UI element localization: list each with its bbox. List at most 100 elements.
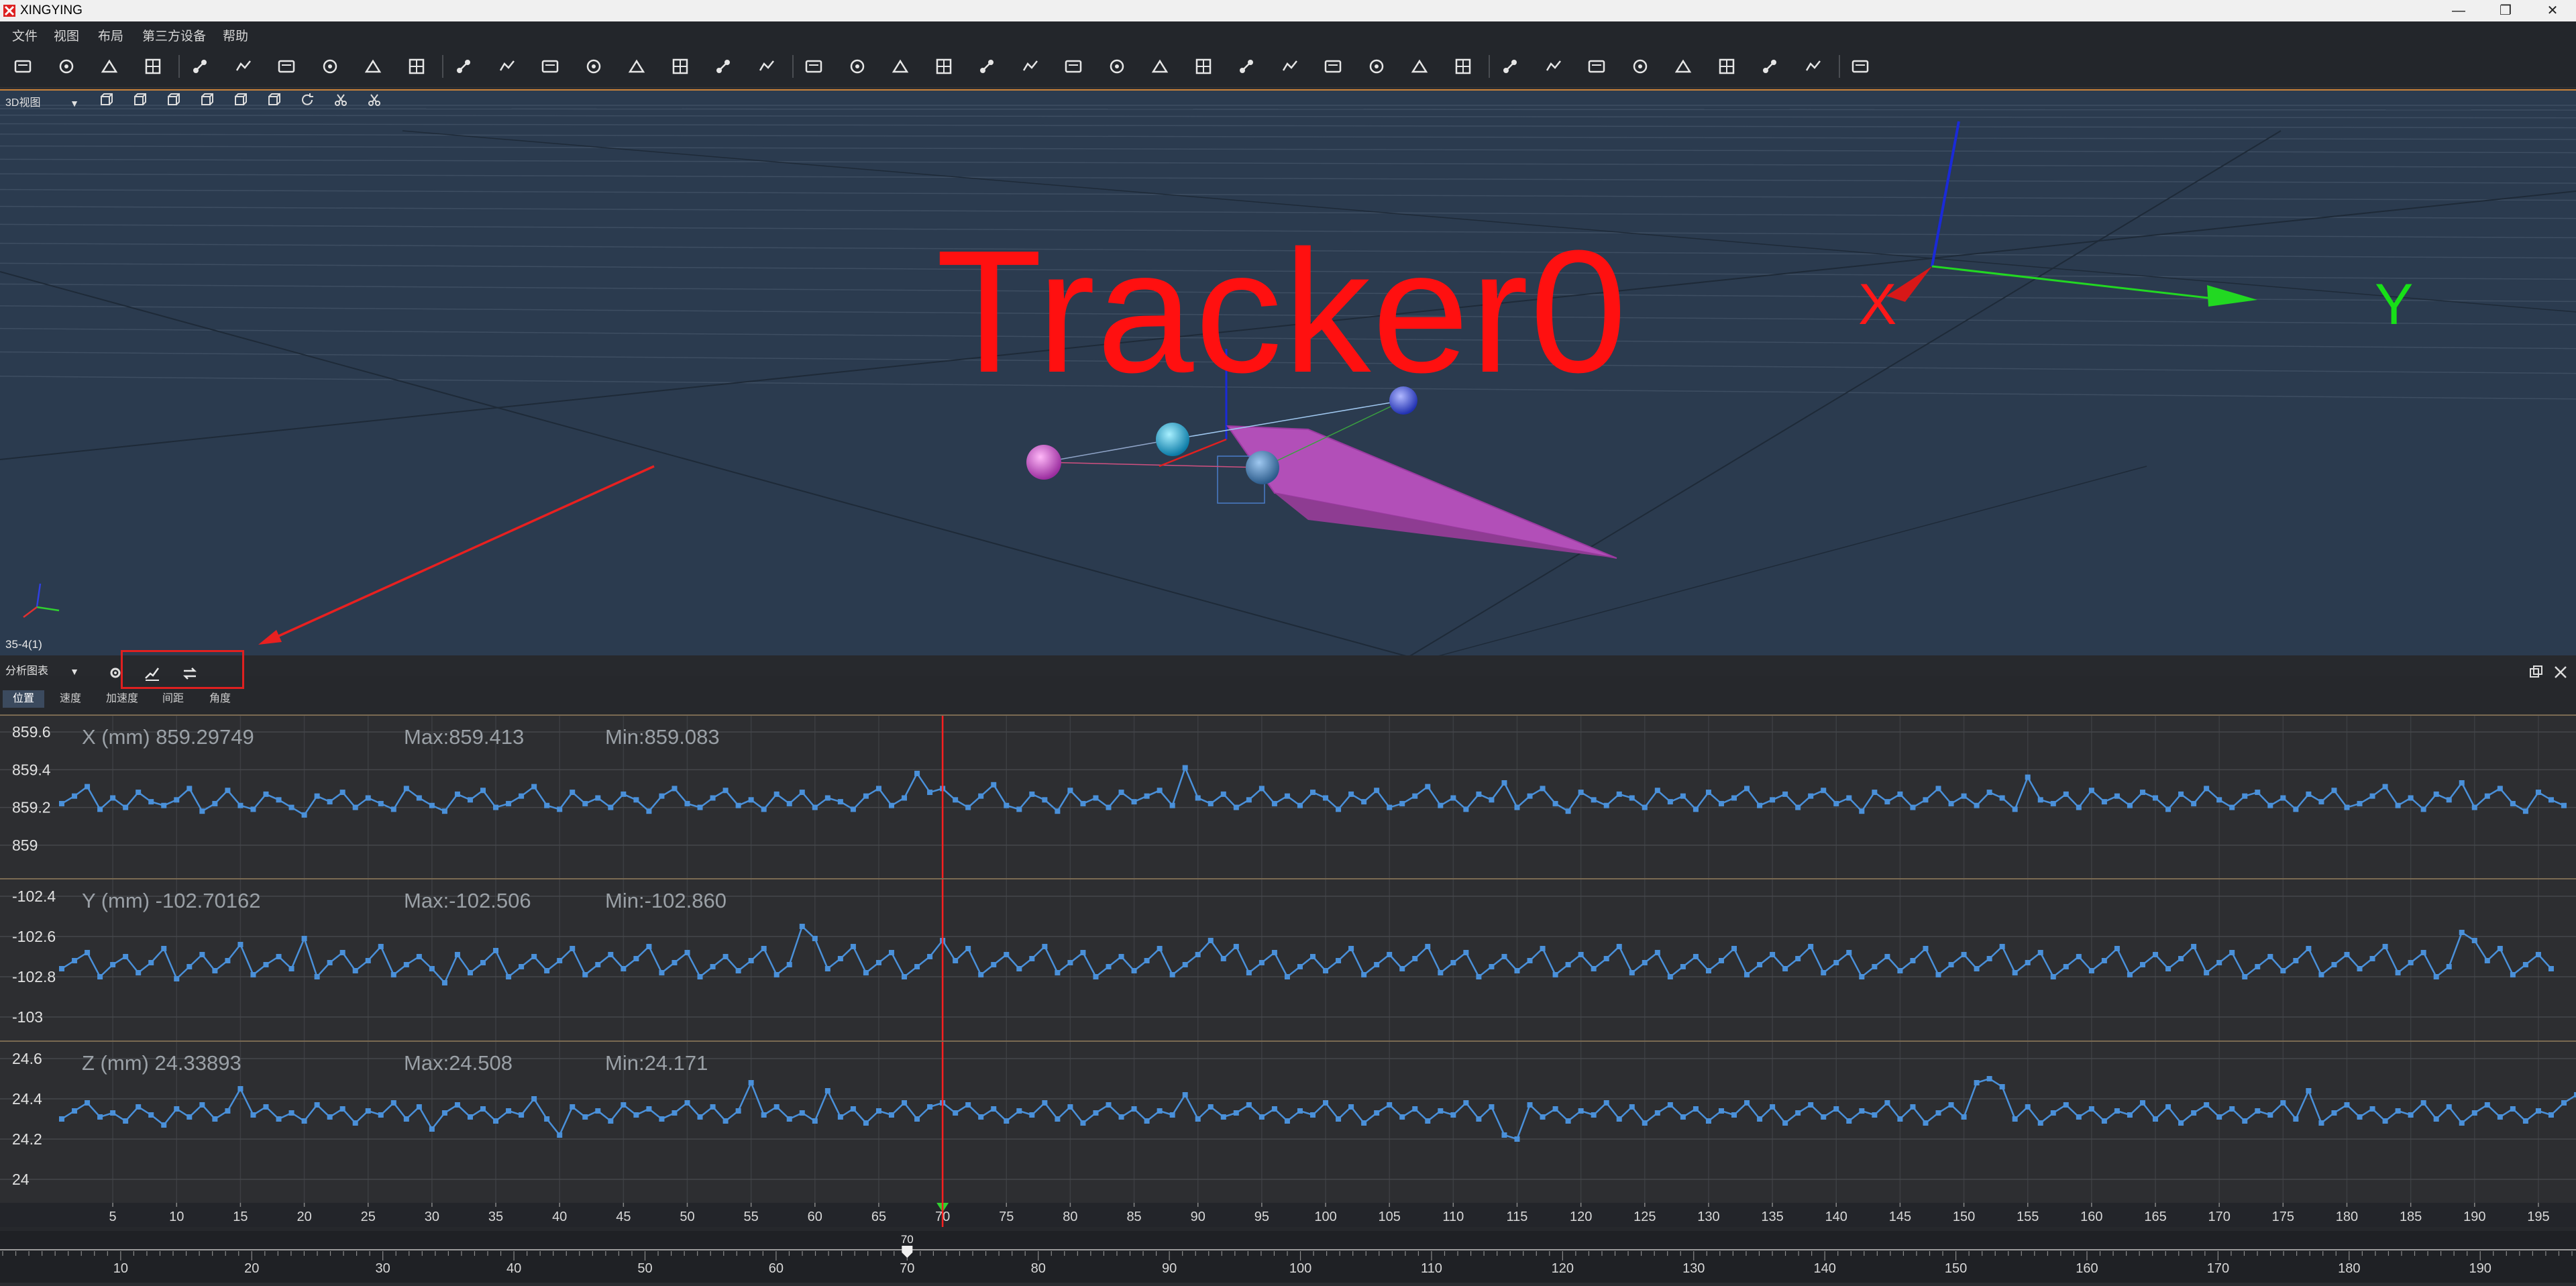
chart-y-plot[interactable]: -102.4 -102.6 -102.8 -103 xyxy=(0,879,2576,1042)
calculator-icon[interactable] xyxy=(1106,56,1128,77)
chart-z-plot[interactable]: 24.6 24.4 24.2 24 xyxy=(0,1042,2576,1204)
cube-front-icon[interactable] xyxy=(98,92,114,108)
3d-viewport[interactable]: 3D视图 ▼ Tracker0 X Y 35-4(1) xyxy=(0,89,2576,657)
chart-data-point xyxy=(1552,972,1558,977)
timeline-slider[interactable]: 10 20 30 40 50 60 70 80 90 100 110 120 130 140 150 160 1… xyxy=(0,1231,2576,1283)
close-icon[interactable] xyxy=(2553,665,2568,680)
link-markers-icon[interactable] xyxy=(803,56,824,77)
save-as-icon[interactable] xyxy=(142,56,164,77)
run-icon[interactable] xyxy=(1409,56,1430,77)
chart-data-point xyxy=(799,790,805,796)
share-icon[interactable] xyxy=(1629,56,1651,77)
chart-z[interactable]: 24.6 24.4 24.2 24 Z (mm) 24.33893 Max:24.50… xyxy=(0,1040,2576,1204)
cube-bottom-icon[interactable] xyxy=(266,92,282,108)
layout-8-icon[interactable] xyxy=(756,56,777,77)
menu-help[interactable]: 帮助 xyxy=(223,26,248,44)
close-window-button[interactable]: ✕ xyxy=(2529,0,2576,21)
restore-button[interactable]: ❐ xyxy=(2482,0,2529,21)
chart-x-plot[interactable]: 859.6 859.4 859.2 859 xyxy=(0,716,2576,878)
tab-distance[interactable]: 间距 xyxy=(152,690,195,708)
cut-icon[interactable] xyxy=(976,56,998,77)
analysis-mode-dropdown[interactable]: 分析图表 ▼ xyxy=(5,663,79,680)
import-icon[interactable] xyxy=(56,56,77,77)
tab-angle[interactable]: 角度 xyxy=(199,690,241,708)
menu-view[interactable]: 视图 xyxy=(54,26,79,44)
chart-data-point xyxy=(390,806,396,812)
timeline-track[interactable]: 10 20 30 40 50 60 70 80 90 100 110 120 130 140 150 160 1… xyxy=(0,1231,2576,1283)
cube-right-icon[interactable] xyxy=(199,92,215,108)
trim-icon[interactable] xyxy=(1279,56,1301,77)
layout-3-icon[interactable] xyxy=(539,56,561,77)
hc-icon[interactable] xyxy=(1759,56,1780,77)
chart-y[interactable]: -102.4 -102.6 -102.8 -103 Y (mm) -102.70162… xyxy=(0,878,2576,1042)
export-icon[interactable] xyxy=(1499,56,1521,77)
delete-marker-icon[interactable] xyxy=(1193,56,1214,77)
frame-axis-label: 110 xyxy=(1442,1210,1464,1224)
bone-icon[interactable] xyxy=(1020,56,1041,77)
refresh-icon[interactable] xyxy=(299,92,315,108)
chart-data-point xyxy=(1284,974,1290,979)
chart-y-min: Min:-102.860 xyxy=(605,889,727,912)
chart-data-point xyxy=(570,790,576,796)
layout-7-icon[interactable] xyxy=(712,56,734,77)
chart-data-point xyxy=(2548,1112,2554,1118)
marker-1[interactable] xyxy=(1026,445,1061,480)
chart-x[interactable]: 859.6 859.4 859.2 859 X (mm) 859.29749 Max:… xyxy=(0,714,2576,878)
scissors-icon[interactable] xyxy=(333,92,349,108)
layout-5-icon[interactable] xyxy=(626,56,647,77)
document-icon[interactable] xyxy=(1803,56,1824,77)
speed-icon[interactable] xyxy=(1586,56,1607,77)
target-icon[interactable] xyxy=(1366,56,1387,77)
bar-chart-icon[interactable] xyxy=(1672,56,1694,77)
settings-icon[interactable] xyxy=(406,56,427,77)
rigid-icon[interactable] xyxy=(933,56,955,77)
vm-icon[interactable] xyxy=(1716,56,1737,77)
cube-left-icon[interactable] xyxy=(165,92,181,108)
merge-icon[interactable] xyxy=(890,56,911,77)
chart-data-point xyxy=(161,802,167,808)
timeline-handle[interactable] xyxy=(902,1246,913,1258)
tab-velocity[interactable]: 速度 xyxy=(48,690,93,708)
marker-tool-icon[interactable] xyxy=(366,92,382,108)
circle-icon[interactable] xyxy=(1149,56,1171,77)
layout-4-icon[interactable] xyxy=(583,56,604,77)
view-mode-dropdown[interactable]: 3D视图 ▼ xyxy=(5,95,79,112)
open-file-icon[interactable] xyxy=(12,56,34,77)
camera-icon[interactable] xyxy=(319,56,341,77)
chart-data-point xyxy=(710,1104,716,1110)
menu-layout[interactable]: 布局 xyxy=(98,26,123,44)
joint-icon[interactable] xyxy=(1063,56,1084,77)
layout-6-icon[interactable] xyxy=(669,56,691,77)
chart-data-point xyxy=(1144,1118,1150,1124)
chart-data-point xyxy=(1310,1112,1316,1118)
frame-axis-label: 25 xyxy=(361,1210,376,1224)
marker-4[interactable] xyxy=(1246,451,1279,484)
video-icon[interactable] xyxy=(1543,56,1564,77)
cube-top-icon[interactable] xyxy=(232,92,248,108)
tab-acceleration[interactable]: 加速度 xyxy=(97,690,148,708)
layers-icon[interactable] xyxy=(276,56,297,77)
wave-icon[interactable] xyxy=(1236,56,1257,77)
chart-data-point xyxy=(2280,968,2286,973)
save-icon[interactable] xyxy=(99,56,120,77)
undock-icon[interactable] xyxy=(2529,665,2544,680)
undo-icon[interactable] xyxy=(1452,56,1474,77)
menu-file[interactable]: 文件 xyxy=(12,26,38,44)
chart-data-point xyxy=(2522,1118,2528,1124)
axes-icon[interactable] xyxy=(1849,56,1871,77)
layout-2-icon[interactable] xyxy=(496,56,518,77)
tab-position[interactable]: 位置 xyxy=(3,690,44,708)
cube-back-icon[interactable] xyxy=(131,92,148,108)
hide-icon[interactable] xyxy=(189,56,211,77)
edit-icon[interactable] xyxy=(362,56,384,77)
marker-2[interactable] xyxy=(1156,423,1189,456)
device-icon[interactable] xyxy=(233,56,254,77)
minimize-button[interactable]: — xyxy=(2435,0,2482,21)
frame-axis-label: 115 xyxy=(1507,1210,1528,1224)
markers-icon[interactable] xyxy=(847,56,868,77)
chart-data-point xyxy=(276,1116,282,1122)
chart-data-point xyxy=(2293,1116,2299,1122)
layout-1-icon[interactable] xyxy=(453,56,474,77)
menu-third-party[interactable]: 第三方设备 xyxy=(142,26,206,44)
select-icon[interactable] xyxy=(1322,56,1344,77)
